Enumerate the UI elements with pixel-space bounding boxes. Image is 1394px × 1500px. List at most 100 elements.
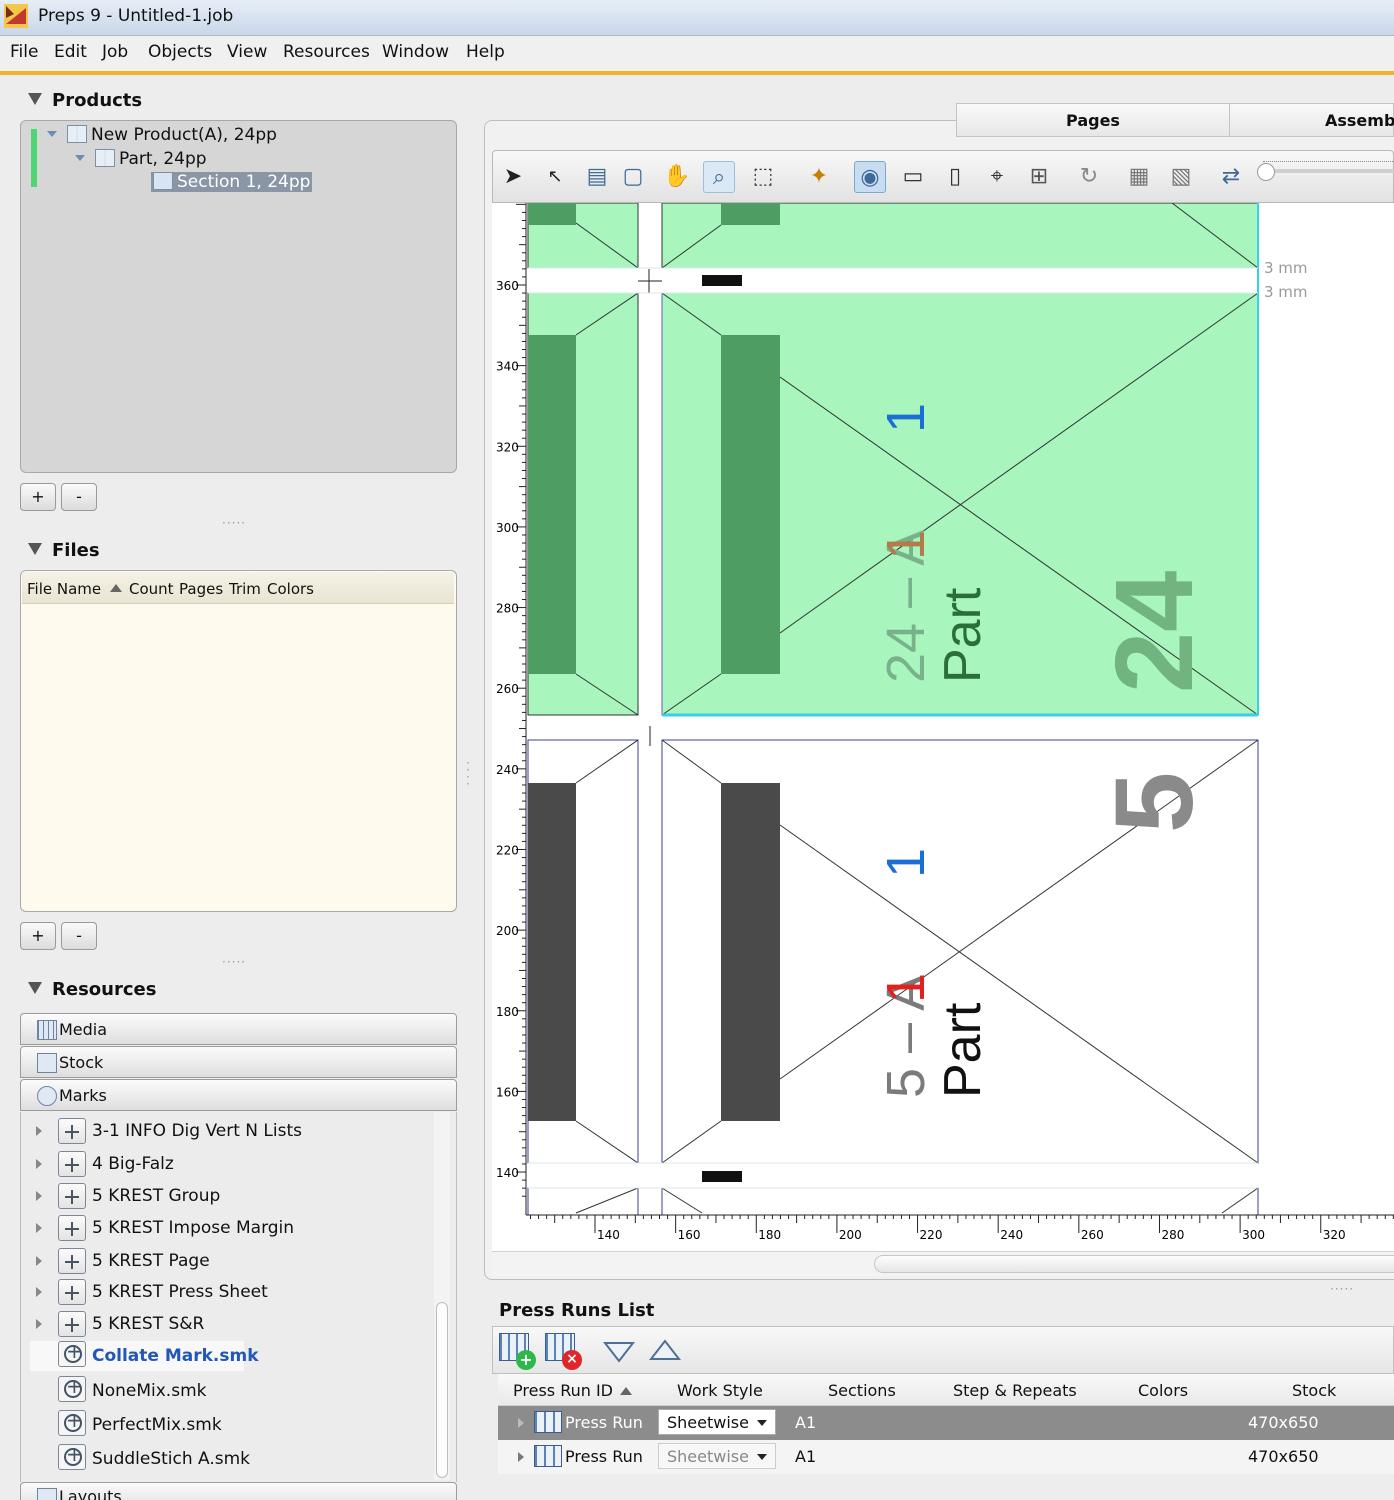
column-stock[interactable]: Stock bbox=[1292, 1381, 1336, 1400]
ruler-tick-label: 300 bbox=[496, 521, 519, 535]
split-tool-icon[interactable]: ⊞ bbox=[1023, 161, 1055, 193]
remove-file-button[interactable]: - bbox=[61, 922, 97, 950]
canvas-horizontal-scrollbar[interactable] bbox=[492, 1251, 1394, 1276]
marquee-select-icon[interactable]: ⬚ bbox=[747, 161, 779, 193]
canvas-scroll-thumb[interactable] bbox=[874, 1255, 1394, 1273]
zoom-slider-knob[interactable] bbox=[1257, 163, 1275, 181]
expand-arrow-icon[interactable] bbox=[36, 1287, 42, 1297]
expand-toggle-icon[interactable] bbox=[47, 131, 57, 137]
press-run-row[interactable]: Press Run Sheetwise A1 470x650 bbox=[498, 1440, 1394, 1474]
column-work-style[interactable]: Work Style bbox=[677, 1381, 763, 1400]
menu-file[interactable]: File bbox=[10, 42, 38, 62]
menu-window[interactable]: Window bbox=[382, 42, 449, 62]
splitter-grip[interactable]: ····· bbox=[1330, 1282, 1354, 1296]
expand-arrow-icon[interactable] bbox=[36, 1319, 42, 1329]
select-arrow-icon[interactable]: ➤ bbox=[497, 161, 529, 193]
expand-arrow-icon[interactable] bbox=[36, 1126, 42, 1136]
collapse-triangle-icon bbox=[28, 93, 42, 105]
tree-item-section[interactable]: Section 1, 24pp bbox=[151, 172, 313, 192]
layout-a-icon[interactable]: ▦ bbox=[1123, 161, 1155, 193]
marks-scrollbar-thumb[interactable] bbox=[436, 1302, 448, 1478]
work-style-select[interactable]: Sheetwise bbox=[658, 1443, 776, 1469]
column-sections[interactable]: Sections bbox=[828, 1381, 896, 1400]
tree-item-product[interactable]: New Product(A), 24pp bbox=[47, 125, 277, 145]
work-style-select[interactable]: Sheetwise bbox=[658, 1409, 776, 1435]
column-step-repeats[interactable]: Step & Repeats bbox=[953, 1381, 1077, 1400]
add-press-run-icon[interactable]: + bbox=[499, 1333, 536, 1370]
press-run-sections: A1 bbox=[795, 1413, 817, 1432]
spine-block bbox=[528, 203, 576, 225]
resource-category-marks[interactable]: Marks bbox=[20, 1079, 457, 1111]
expand-arrow-icon[interactable] bbox=[36, 1191, 42, 1201]
add-file-button[interactable]: + bbox=[20, 922, 56, 950]
menu-edit[interactable]: Edit bbox=[54, 42, 87, 62]
expand-arrow-icon[interactable] bbox=[36, 1159, 42, 1169]
tab-assembly[interactable]: Assembl bbox=[1229, 103, 1394, 137]
resource-category-stock[interactable]: Stock bbox=[20, 1046, 457, 1078]
delete-press-run-icon[interactable]: × bbox=[545, 1333, 582, 1370]
stock-paper-icon bbox=[37, 1053, 57, 1073]
splitter-grip[interactable]: ····· bbox=[222, 516, 246, 530]
expand-arrow-icon[interactable] bbox=[518, 1452, 524, 1462]
mark-group-icon bbox=[58, 1248, 86, 1274]
ruler-tick-label: 200 bbox=[496, 924, 519, 938]
part-label: Part bbox=[934, 1002, 992, 1098]
rotate-icon[interactable]: ↻ bbox=[1073, 161, 1105, 193]
column-file-name[interactable]: File Name bbox=[27, 580, 101, 598]
resource-category-media[interactable]: Media bbox=[20, 1013, 457, 1045]
vertical-splitter-grip[interactable]: · · · · bbox=[466, 757, 472, 790]
zoom-slider-track[interactable] bbox=[1257, 169, 1394, 173]
expand-toggle-icon[interactable] bbox=[75, 155, 85, 161]
menu-resources[interactable]: Resources bbox=[283, 42, 370, 62]
press-run-stock: 470x650 bbox=[1248, 1447, 1319, 1466]
splitter-grip[interactable]: ····· bbox=[222, 955, 246, 969]
layout-b-icon[interactable]: ▧ bbox=[1165, 161, 1197, 193]
column-trim[interactable]: Trim bbox=[229, 580, 261, 598]
expand-arrow-icon[interactable] bbox=[518, 1418, 524, 1428]
menu-job[interactable]: Job bbox=[102, 42, 128, 62]
product-book-icon bbox=[67, 125, 87, 143]
menu-view[interactable]: View bbox=[227, 42, 267, 62]
tree-item-part[interactable]: Part, 24pp bbox=[75, 149, 207, 169]
column-press-run-id[interactable]: Press Run ID bbox=[513, 1381, 613, 1400]
crosshair-icon[interactable]: ⌖ bbox=[981, 161, 1013, 193]
preview-eye-icon[interactable]: ◉ bbox=[854, 161, 886, 193]
signature-text: 1 bbox=[876, 530, 936, 560]
resources-section-header[interactable]: Resources bbox=[28, 979, 156, 1000]
page-number-tool-icon[interactable]: ▤ bbox=[581, 161, 613, 193]
expand-arrow-icon[interactable] bbox=[36, 1256, 42, 1266]
column-colors[interactable]: Colors bbox=[1138, 1381, 1188, 1400]
remove-product-button[interactable]: - bbox=[61, 483, 97, 511]
press-runs-header: Press Run ID Work Style Sections Step & … bbox=[498, 1374, 1394, 1406]
flip-icon[interactable]: ⇄ bbox=[1215, 161, 1247, 193]
hand-tool-icon[interactable]: ✋ bbox=[661, 161, 693, 193]
tab-pages[interactable]: Pages bbox=[956, 103, 1230, 137]
column-pages[interactable]: Pages bbox=[179, 580, 223, 598]
marks-scrollbar-track[interactable] bbox=[434, 1112, 450, 1480]
resource-category-layouts[interactable]: Layouts bbox=[20, 1482, 457, 1500]
ruler-tick-label: 300 bbox=[1242, 1228, 1265, 1242]
move-down-icon[interactable] bbox=[603, 1339, 635, 1363]
spine-block bbox=[528, 335, 576, 674]
zoom-icon[interactable]: ⌕ bbox=[703, 161, 735, 193]
move-up-icon[interactable] bbox=[649, 1337, 681, 1361]
menu-objects[interactable]: Objects bbox=[148, 42, 212, 62]
page-icon[interactable]: ▯ bbox=[939, 161, 971, 193]
add-product-button[interactable]: + bbox=[20, 483, 56, 511]
expand-arrow-icon[interactable] bbox=[36, 1223, 42, 1233]
magic-wand-icon[interactable]: ✦ bbox=[803, 161, 835, 193]
part-label: Part bbox=[934, 587, 992, 683]
page-tool-icon[interactable]: ▢ bbox=[617, 161, 649, 193]
direct-select-icon[interactable]: ↖ bbox=[539, 161, 571, 193]
imposition-canvas[interactable]: 24 – A 1 1 Part 24 3 mm 3 mm 5 – A 1 1 P… bbox=[492, 203, 1394, 1251]
files-section-header[interactable]: Files bbox=[28, 540, 100, 561]
products-heading: Products bbox=[52, 90, 143, 111]
canvas-toolbar: ➤ ↖ ▤ ▢ ✋ ⌕ ⬚ ✦ ◉ ▭ ▯ ⌖ ⊞ ↻ ▦ ▧ ⇄ bbox=[492, 150, 1394, 203]
mark-item-selected[interactable]: Collate Mark.smk bbox=[30, 1339, 259, 1371]
ruler-icon[interactable]: ▭ bbox=[895, 161, 931, 193]
press-run-row-selected[interactable]: Press Run Sheetwise A1 470x650 bbox=[498, 1406, 1394, 1440]
menu-help[interactable]: Help bbox=[466, 42, 505, 62]
products-section-header[interactable]: Products bbox=[28, 90, 142, 111]
column-colors[interactable]: Colors bbox=[267, 580, 314, 598]
column-count[interactable]: Count bbox=[129, 580, 174, 598]
